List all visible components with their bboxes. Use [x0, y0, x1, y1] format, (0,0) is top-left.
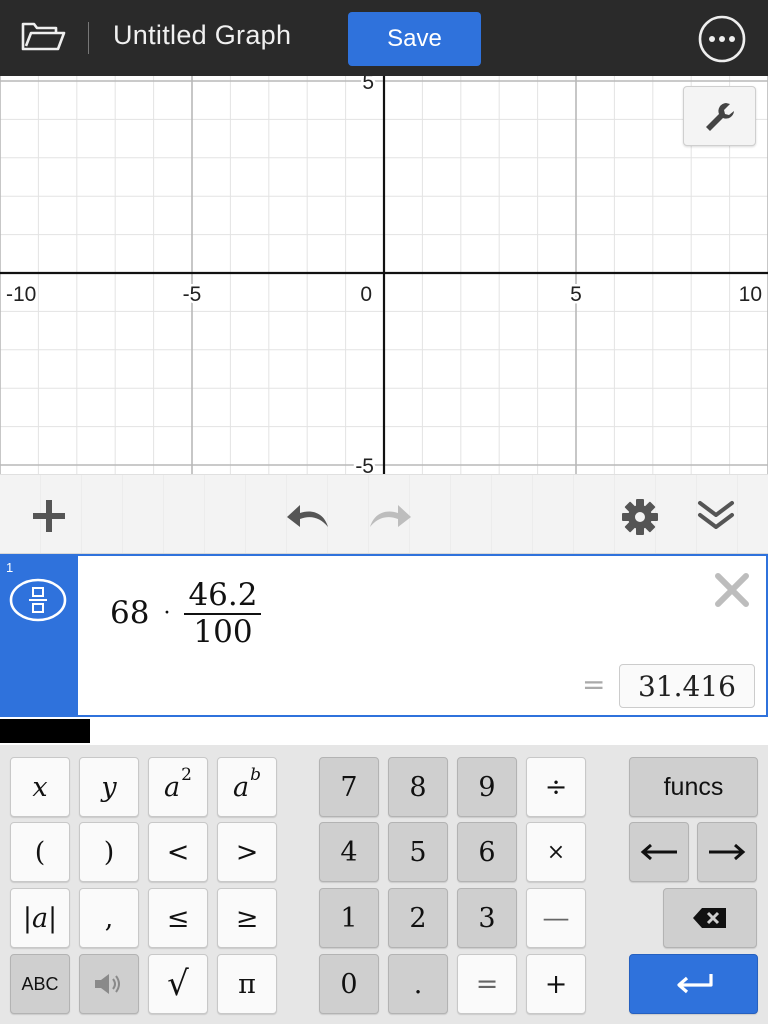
- key-4[interactable]: 4: [319, 822, 379, 882]
- key-greater-equal[interactable]: ≥: [217, 888, 277, 948]
- graph-canvas[interactable]: -10 -5 0 5 10 5 -5: [0, 76, 768, 474]
- expression-toolbar: [0, 474, 768, 554]
- enter-icon: [676, 974, 713, 994]
- multiply-dot: ·: [163, 600, 171, 626]
- key-1[interactable]: 1: [319, 888, 379, 948]
- top-bar: Untitled Graph Save: [0, 0, 768, 76]
- key-cursor-right[interactable]: [697, 822, 757, 882]
- key-minus[interactable]: —: [526, 888, 586, 948]
- collapse-icon[interactable]: [694, 495, 738, 540]
- key-7[interactable]: 7: [319, 757, 379, 817]
- key-y[interactable]: y: [79, 757, 139, 817]
- key-a-squared-base: a: [164, 771, 181, 803]
- key-multiply[interactable]: ×: [526, 822, 586, 882]
- key-a-squared-exp: 2: [181, 765, 192, 785]
- key-0[interactable]: 0: [319, 954, 379, 1014]
- key-greater-than[interactable]: >: [217, 822, 277, 882]
- key-absolute-value[interactable]: |a|: [10, 888, 70, 948]
- more-options-icon[interactable]: [697, 14, 747, 64]
- backspace-icon: [693, 908, 726, 928]
- expression-index: 1: [6, 560, 14, 575]
- undo-icon[interactable]: [284, 497, 334, 540]
- key-a-power-exp: b: [250, 765, 261, 785]
- y-tick-label: 5: [362, 76, 374, 94]
- expression-coefficient: 68: [110, 595, 150, 631]
- gear-icon[interactable]: [620, 497, 660, 542]
- key-6[interactable]: 6: [457, 822, 517, 882]
- key-equals[interactable]: =: [457, 954, 517, 1014]
- key-pi[interactable]: π: [217, 954, 277, 1014]
- expression-fraction: 46.2 100: [184, 578, 262, 650]
- key-2[interactable]: 2: [388, 888, 448, 948]
- speaker-icon: [95, 974, 120, 994]
- key-comma[interactable]: ,: [79, 888, 139, 948]
- graph-settings-button[interactable]: [683, 86, 756, 146]
- x-tick-label: -10: [6, 283, 36, 306]
- key-8[interactable]: 8: [388, 757, 448, 817]
- expression-input[interactable]: 68 · 46.2 100: [110, 578, 262, 650]
- x-tick-label: -5: [183, 283, 202, 306]
- math-keypad: x y a2 ab 7 8 9 ÷ funcs ( ) < > 4 5 6 × …: [0, 745, 768, 1024]
- folder-icon[interactable]: [18, 18, 70, 56]
- graph-grid[interactable]: -10 -5 0 5 10 5 -5: [0, 76, 768, 474]
- plus-icon[interactable]: [30, 497, 68, 540]
- key-right-paren[interactable]: ): [79, 822, 139, 882]
- x-tick-label: 10: [739, 283, 762, 306]
- key-decimal[interactable]: .: [388, 954, 448, 1014]
- key-less-than[interactable]: <: [148, 822, 208, 882]
- fraction-numerator: 46.2: [184, 578, 262, 615]
- expression-gutter[interactable]: 1: [0, 554, 78, 717]
- key-divide[interactable]: ÷: [526, 757, 586, 817]
- x-tick-label: 5: [570, 283, 582, 306]
- key-abs-label: |a|: [22, 902, 58, 934]
- result-equals: =: [582, 668, 606, 701]
- y-tick-label: -5: [355, 455, 374, 474]
- key-audio[interactable]: [79, 954, 139, 1014]
- arrow-right-icon: [709, 843, 746, 861]
- expression-row[interactable]: 1 68 · 46.2 100 = 31.416: [0, 554, 768, 717]
- key-3[interactable]: 3: [457, 888, 517, 948]
- key-x[interactable]: x: [10, 757, 70, 817]
- arrow-left-icon: [640, 843, 677, 861]
- fraction-toggle-icon[interactable]: [9, 578, 67, 622]
- key-cursor-left[interactable]: [629, 822, 689, 882]
- fraction-denominator: 100: [193, 614, 253, 650]
- key-a-power-base: a: [233, 771, 250, 803]
- key-5[interactable]: 5: [388, 822, 448, 882]
- topbar-divider: [88, 22, 89, 54]
- key-less-equal[interactable]: ≤: [148, 888, 208, 948]
- key-9[interactable]: 9: [457, 757, 517, 817]
- delete-expression-icon[interactable]: [710, 568, 754, 612]
- key-funcs[interactable]: funcs: [629, 757, 758, 817]
- key-abc[interactable]: ABC: [10, 954, 70, 1014]
- key-a-squared[interactable]: a2: [148, 757, 208, 817]
- save-button[interactable]: Save: [348, 12, 481, 66]
- key-left-paren[interactable]: (: [10, 822, 70, 882]
- x-tick-label: 0: [360, 283, 372, 306]
- key-backspace[interactable]: [663, 888, 757, 948]
- expression-result: 31.416: [619, 664, 755, 708]
- key-a-power-b[interactable]: ab: [217, 757, 277, 817]
- wrench-icon: [706, 103, 734, 131]
- key-sqrt[interactable]: √: [148, 954, 208, 1014]
- redo-icon[interactable]: [364, 497, 414, 540]
- black-strip: [0, 719, 90, 743]
- graph-title[interactable]: Untitled Graph: [113, 20, 291, 51]
- key-enter[interactable]: [629, 954, 758, 1014]
- key-plus[interactable]: +: [526, 954, 586, 1014]
